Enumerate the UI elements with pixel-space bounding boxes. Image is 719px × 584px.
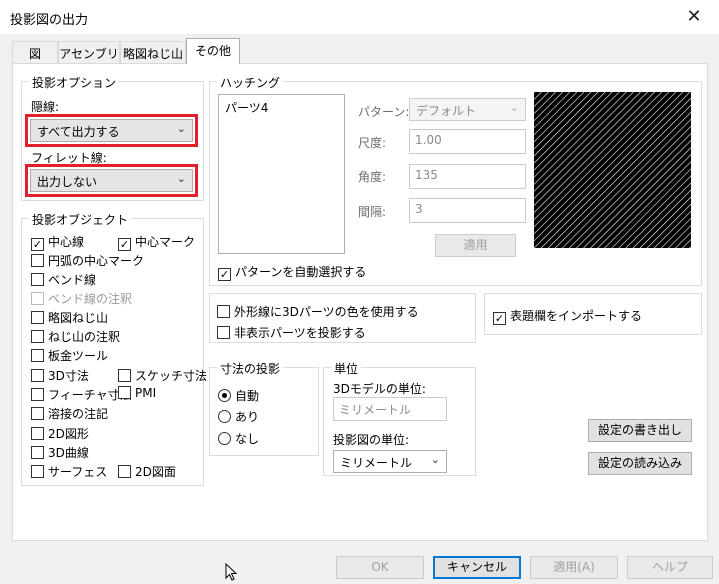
radio-icon <box>218 432 231 445</box>
import-settings-button[interactable]: 設定の読み込み <box>588 452 692 475</box>
hatch-pattern-icon <box>534 92 691 248</box>
checkbox-icon <box>31 292 44 305</box>
model-units-input: ミリメートル <box>333 397 447 421</box>
checkbox-icon <box>31 388 44 401</box>
checkbox-project-hidden-parts[interactable]: 非表示パーツを投影する <box>217 324 366 341</box>
checkbox-icon <box>31 254 44 267</box>
checkbox-feature-dimension[interactable]: フィーチャ寸法 <box>31 386 132 403</box>
window-title: 投影図の出力 <box>10 13 89 28</box>
checkbox-icon <box>118 386 131 399</box>
radio-dimension-no[interactable]: なし <box>218 430 259 447</box>
help-button: ヘルプ <box>627 556 713 579</box>
checkbox-auto-select-pattern[interactable]: ✓ パターンを自動選択する <box>218 263 366 281</box>
checkbox-bend-line-note: ベンド線の注釈 <box>31 290 132 307</box>
checkbox-weld-note[interactable]: 溶接の注記 <box>31 405 108 422</box>
hatching-apply-button: 適用 <box>435 234 516 257</box>
chevron-down-icon: ⌄ <box>176 172 186 185</box>
checkbox-icon <box>31 349 44 362</box>
checkbox-icon <box>118 369 131 382</box>
spacing-input: 3 <box>409 198 526 223</box>
angle-input: 135 <box>409 164 526 189</box>
hidden-lines-label: 隠線: <box>31 100 60 114</box>
scale-input: 1.00 <box>409 129 526 154</box>
checkbox-arc-center-mark[interactable]: 円弧の中心マーク <box>31 252 144 269</box>
close-icon[interactable]: ✕ <box>683 6 705 28</box>
pattern-label: パターン: <box>358 105 410 119</box>
spacing-label: 間隔: <box>358 205 387 219</box>
export-settings-button[interactable]: 設定の書き出し <box>588 419 692 442</box>
checkbox-thread-note[interactable]: ねじ山の注釈 <box>31 328 120 345</box>
hatch-pattern-preview <box>534 92 691 248</box>
mouse-cursor-icon <box>225 562 239 581</box>
model-units-label: 3Dモデルの単位: <box>333 382 426 396</box>
fillet-lines-select[interactable]: 出力しない ⌄ <box>30 169 193 192</box>
checkbox-pmi[interactable]: PMI <box>118 386 156 400</box>
chevron-down-icon: ⌄ <box>176 122 186 135</box>
checkbox-icon <box>31 407 44 420</box>
checkbox-checked-icon: ✓ <box>118 238 131 251</box>
chevron-down-icon: ⌄ <box>509 101 519 114</box>
checkbox-bend-line[interactable]: ベンド線 <box>31 271 96 288</box>
tab-cosmetic-thread[interactable]: 略図ねじ山 <box>120 41 186 63</box>
pattern-value: デフォルト <box>416 104 477 118</box>
list-item[interactable]: パーツ4 <box>219 95 344 120</box>
hidden-lines-value: すべて出力する <box>37 125 120 139</box>
checkbox-icon <box>31 465 44 478</box>
pattern-select: デフォルト ⌄ <box>409 98 526 121</box>
drawing-units-value: ミリメートル <box>340 456 413 470</box>
checkbox-icon <box>217 326 230 339</box>
angle-label: 角度: <box>358 170 387 184</box>
radio-icon <box>218 410 231 423</box>
dimension-projection-legend: 寸法の投影 <box>217 360 284 377</box>
checkbox-checked-icon: ✓ <box>218 268 231 281</box>
checkbox-icon <box>31 311 44 324</box>
radio-dimension-auto[interactable]: 自動 <box>218 387 259 404</box>
checkbox-3d-dimension[interactable]: 3D寸法 <box>31 367 89 384</box>
projection-options-legend: 投影オプション <box>29 74 120 91</box>
cancel-button[interactable]: キャンセル <box>433 556 521 579</box>
checkbox-outline-3d-color[interactable]: 外形線に3Dパーツの色を使用する <box>217 303 419 320</box>
title-bar: 投影図の出力 ✕ <box>0 0 719 34</box>
apply-button: 適用(A) <box>530 556 618 579</box>
hidden-lines-select[interactable]: すべて出力する ⌄ <box>30 119 193 142</box>
tab-view[interactable]: 図 <box>12 41 58 63</box>
checkbox-2d-geometry[interactable]: 2D図形 <box>31 425 89 442</box>
scale-label: 尺度: <box>358 136 387 150</box>
drawing-units-select[interactable]: ミリメートル ⌄ <box>333 450 447 473</box>
checkbox-cosmetic-thread[interactable]: 略図ねじ山 <box>31 309 108 326</box>
checkbox-icon <box>31 427 44 440</box>
checkbox-checked-icon: ✓ <box>31 238 44 251</box>
ok-button: OK <box>336 556 424 579</box>
checkbox-icon <box>217 305 230 318</box>
checkbox-centerline[interactable]: ✓ 中心線 <box>31 233 84 251</box>
tab-other[interactable]: その他 <box>186 38 240 64</box>
checkbox-surface[interactable]: サーフェス <box>31 463 107 480</box>
checkbox-center-mark[interactable]: ✓ 中心マーク <box>118 233 195 251</box>
radio-dimension-yes[interactable]: あり <box>218 408 259 425</box>
drawing-units-label: 投影図の単位: <box>333 433 410 447</box>
fillet-lines-value: 出力しない <box>37 175 98 189</box>
hatching-parts-list[interactable]: パーツ4 <box>218 94 345 254</box>
units-legend: 単位 <box>331 360 362 377</box>
checkbox-sheet-metal-tool[interactable]: 板金ツール <box>31 347 108 364</box>
projection-objects-legend: 投影オブジェクト <box>29 211 132 228</box>
chevron-down-icon: ⌄ <box>430 453 440 466</box>
hatching-legend: ハッチング <box>217 74 284 91</box>
checkbox-sketch-dimension[interactable]: スケッチ寸法 <box>118 367 207 384</box>
checkbox-3d-curve[interactable]: 3D曲線 <box>31 444 89 461</box>
checkbox-icon <box>31 330 44 343</box>
checkbox-2d-drawing[interactable]: 2D図面 <box>118 463 176 480</box>
checkbox-icon <box>31 369 44 382</box>
checkbox-icon <box>31 273 44 286</box>
checkbox-icon <box>31 446 44 459</box>
radio-selected-icon <box>218 389 231 402</box>
checkbox-checked-icon: ✓ <box>493 312 506 325</box>
checkbox-icon <box>118 465 131 478</box>
tab-assembly[interactable]: アセンブリ <box>58 41 120 63</box>
checkbox-import-title-block[interactable]: ✓ 表題欄をインポートする <box>493 307 642 325</box>
